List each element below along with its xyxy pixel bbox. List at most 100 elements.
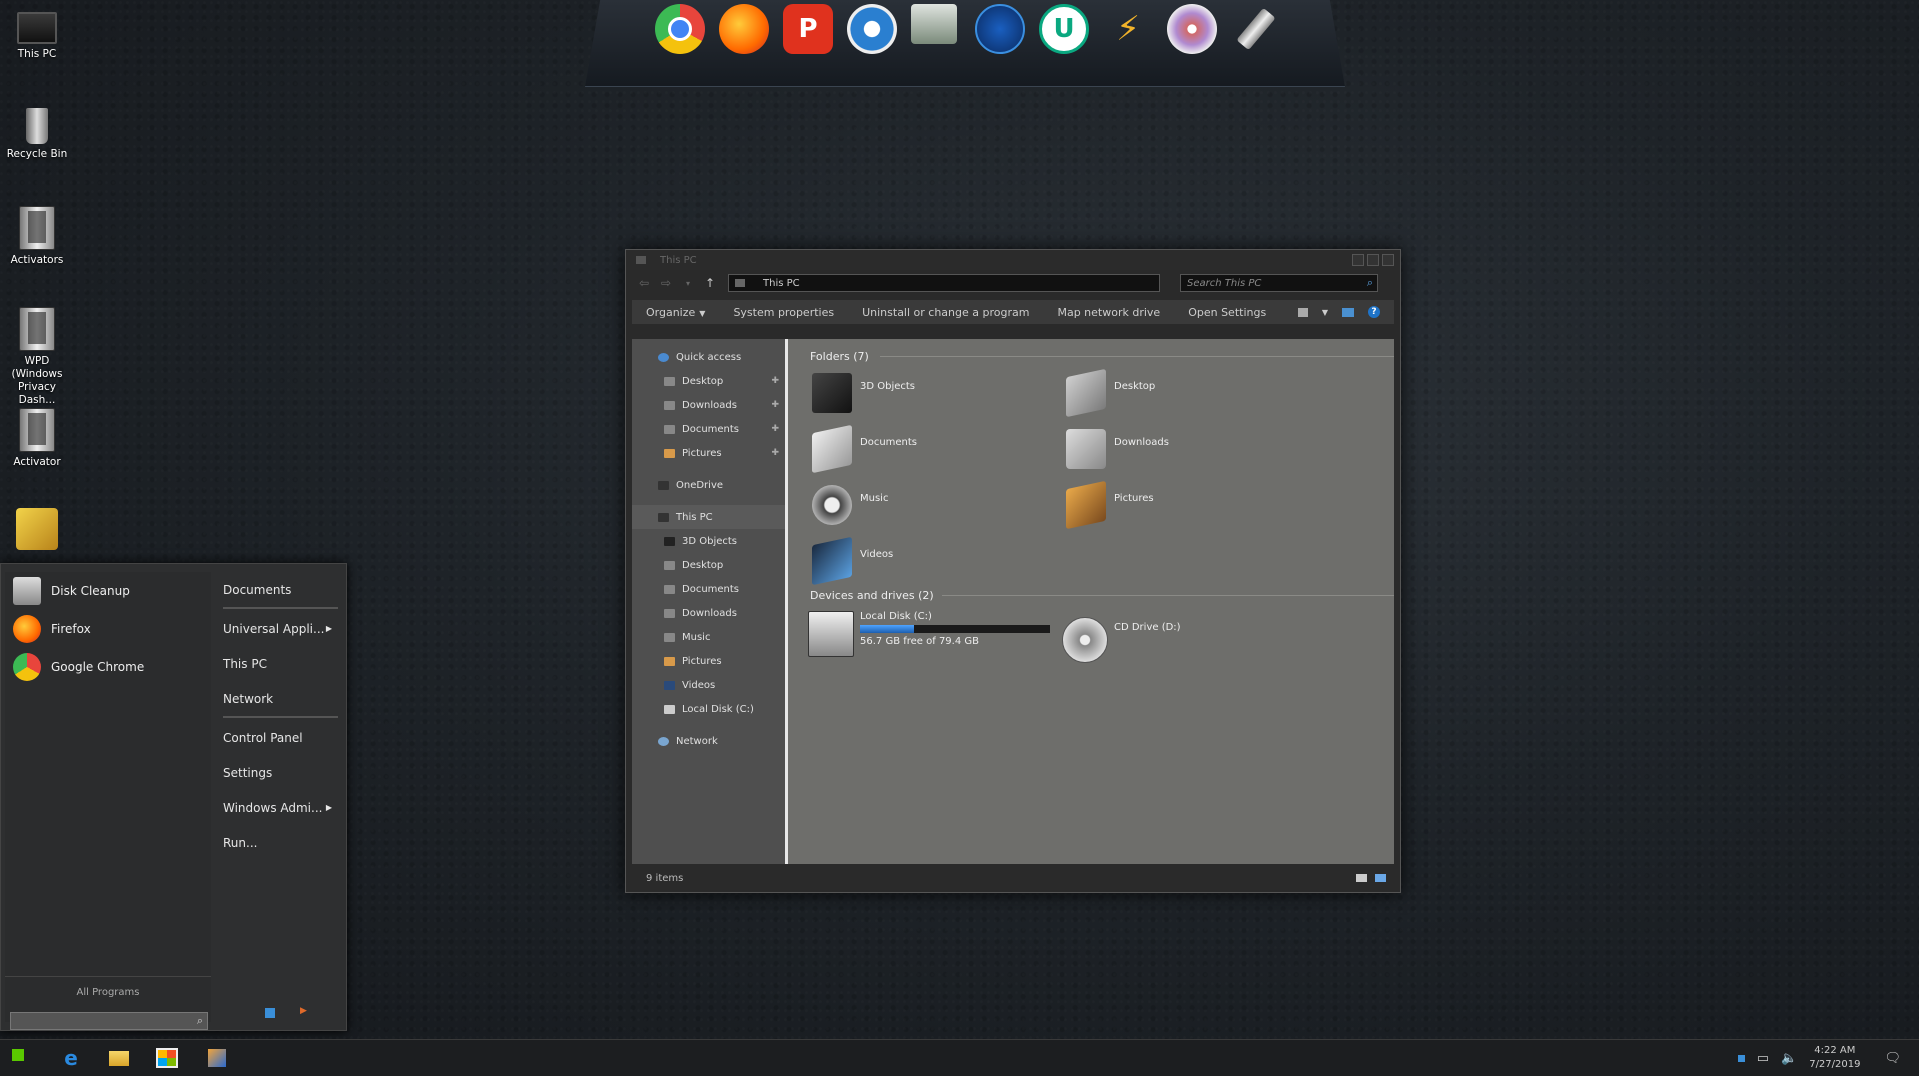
nav-pc-pictures[interactable]: Pictures <box>632 649 785 673</box>
forward-button[interactable]: ⇨ <box>658 276 674 290</box>
nav-qa-desktop[interactable]: Desktop ✚ <box>632 369 785 393</box>
chevron-right-icon: ▶ <box>325 803 332 812</box>
dots-app-icon[interactable] <box>975 4 1025 54</box>
open-settings-button[interactable]: Open Settings <box>1174 306 1280 319</box>
folder-desktop[interactable]: Desktop <box>1066 368 1155 418</box>
desktop-icon-app[interactable] <box>0 508 74 554</box>
power-options-arrow-icon[interactable]: ▶ <box>300 1006 307 1016</box>
start-this-pc[interactable]: This PC <box>213 646 344 681</box>
drive-c[interactable]: Local Disk (C:) 56.7 GB free of 79.4 GB <box>808 611 1050 657</box>
details-view-icon[interactable] <box>1356 874 1367 882</box>
close-button[interactable] <box>1382 254 1394 266</box>
nav-qa-documents[interactable]: Documents ✚ <box>632 417 785 441</box>
file-explorer-icon[interactable] <box>106 1046 132 1070</box>
onedrive-icon <box>658 480 669 490</box>
firefox-icon[interactable] <box>719 4 769 54</box>
chrome-icon[interactable] <box>655 4 705 54</box>
edge-icon[interactable]: e <box>58 1046 84 1070</box>
p-app-icon[interactable]: P <box>783 4 833 54</box>
folder-pictures[interactable]: Pictures <box>1066 480 1154 530</box>
view-dropdown-icon[interactable]: ▼ <box>1322 308 1328 317</box>
search-input[interactable]: Search This PC ⌕ <box>1180 274 1378 292</box>
start-run[interactable]: Run... <box>213 825 344 860</box>
nav-label: Music <box>682 631 711 643</box>
nav-qa-pictures[interactable]: Pictures ✚ <box>632 441 785 465</box>
system-properties-button[interactable]: System properties <box>719 306 848 319</box>
start-universal-apps[interactable]: Universal Appli... ▶ <box>213 611 344 646</box>
network-icon[interactable]: ▭ <box>1757 1051 1769 1066</box>
preview-pane-icon[interactable] <box>1342 307 1354 317</box>
start-settings[interactable]: Settings <box>213 755 344 790</box>
folder-music[interactable]: Music <box>812 485 888 525</box>
command-bar: Organize ▼ System properties Uninstall or… <box>632 300 1394 324</box>
nav-pc-videos[interactable]: Videos <box>632 673 785 697</box>
folder-videos[interactable]: Videos <box>812 536 893 586</box>
start-network[interactable]: Network <box>213 681 344 716</box>
program-google-chrome[interactable]: Google Chrome <box>5 648 211 686</box>
nav-pc-desktop[interactable]: Desktop <box>632 553 785 577</box>
all-programs-button[interactable]: All Programs <box>5 976 211 998</box>
nav-qa-downloads[interactable]: Downloads ✚ <box>632 393 785 417</box>
search-icon[interactable]: ⌕ <box>1367 276 1373 290</box>
disc-icon[interactable] <box>1167 4 1217 54</box>
desktop-icon-activators[interactable]: Activators <box>0 206 74 267</box>
tray-app-icon[interactable] <box>1737 1054 1745 1062</box>
divider <box>880 356 1394 357</box>
start-search-input[interactable]: ⌕ <box>10 1012 208 1030</box>
up-button[interactable]: ↑ <box>702 276 718 290</box>
start-button[interactable] <box>12 1049 24 1061</box>
volume-icon[interactable]: 🔈 <box>1781 1051 1797 1066</box>
folder-documents[interactable]: Documents <box>812 424 917 474</box>
network-icon <box>658 736 669 746</box>
nav-network[interactable]: Network <box>632 729 785 753</box>
shutdown-icon[interactable] <box>265 1008 275 1018</box>
change-view-icon[interactable] <box>1297 307 1308 317</box>
folder-downloads[interactable]: Downloads <box>1066 429 1169 469</box>
start-windows-admin[interactable]: Windows Admi... ▶ <box>213 790 344 825</box>
organize-button[interactable]: Organize ▼ <box>632 306 719 319</box>
address-bar[interactable]: This PC <box>728 274 1160 292</box>
nav-pc-3d-objects[interactable]: 3D Objects <box>632 529 785 553</box>
uninstall-button[interactable]: Uninstall or change a program <box>848 306 1043 319</box>
recent-dropdown[interactable]: ▾ <box>680 279 696 288</box>
nav-pc-downloads[interactable]: Downloads <box>632 601 785 625</box>
nav-pc-local-disk[interactable]: Local Disk (C:) <box>632 697 785 721</box>
program-firefox[interactable]: Firefox <box>5 610 211 648</box>
desktop-icon-this-pc[interactable]: This PC <box>0 6 74 61</box>
start-control-panel[interactable]: Control Panel <box>213 720 344 755</box>
title-bar[interactable]: This PC <box>626 250 1400 270</box>
program-disk-cleanup[interactable]: Disk Cleanup <box>5 572 211 610</box>
cd-drive-icon <box>1062 617 1108 663</box>
store-icon[interactable] <box>154 1046 180 1070</box>
usb-drive-icon[interactable] <box>1231 4 1281 54</box>
minimize-button[interactable] <box>1352 254 1364 266</box>
maximize-button[interactable] <box>1367 254 1379 266</box>
desktop-icon-recycle-bin[interactable]: Recycle Bin <box>0 108 74 161</box>
back-button[interactable]: ⇦ <box>636 276 652 290</box>
nav-label: 3D Objects <box>682 535 738 547</box>
nav-pc-documents[interactable]: Documents <box>632 577 785 601</box>
settings-gear-icon[interactable] <box>847 4 897 54</box>
search-placeholder: Search This PC <box>1187 277 1262 289</box>
monitor-icon[interactable] <box>911 4 957 44</box>
documents-folder-icon <box>664 424 675 434</box>
nav-this-pc[interactable]: This PC <box>632 505 785 529</box>
hard-drive-icon <box>808 611 854 657</box>
pinned-app-icon[interactable] <box>204 1046 230 1070</box>
action-center-icon[interactable]: 🗨 <box>1884 1051 1901 1066</box>
folder-3d-objects[interactable]: 3D Objects <box>812 373 915 413</box>
drive-d[interactable]: CD Drive (D:) <box>1062 617 1181 663</box>
nav-onedrive[interactable]: OneDrive <box>632 473 785 497</box>
start-documents[interactable]: Documents <box>213 572 344 607</box>
documents-folder-icon <box>812 424 852 474</box>
help-icon[interactable]: ? <box>1368 306 1380 318</box>
map-network-drive-button[interactable]: Map network drive <box>1043 306 1174 319</box>
nav-pc-music[interactable]: Music <box>632 625 785 649</box>
tiles-view-icon[interactable] <box>1375 874 1386 882</box>
u-app-icon[interactable]: U <box>1039 4 1089 54</box>
nav-quick-access[interactable]: Quick access <box>632 345 785 369</box>
lightning-app-icon[interactable]: ⚡ <box>1103 4 1153 54</box>
desktop-icon-wpd[interactable]: WPD (Windows Privacy Dash... <box>0 307 74 407</box>
desktop-icon-activator[interactable]: Activator <box>0 408 74 469</box>
clock[interactable]: 4:22 AM 7/27/2019 <box>1809 1044 1860 1072</box>
